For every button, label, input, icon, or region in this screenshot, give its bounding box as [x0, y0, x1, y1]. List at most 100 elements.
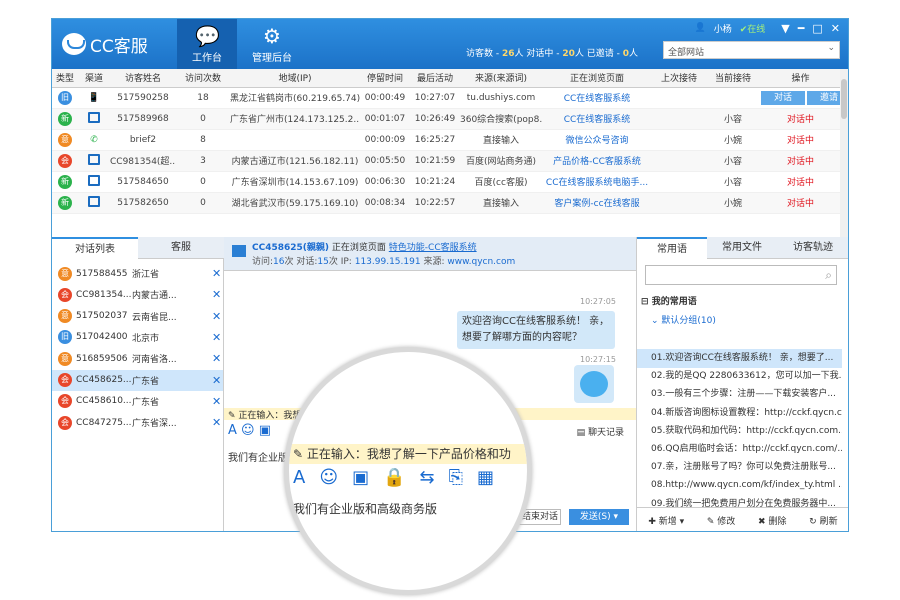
wechat-icon: ✆ — [90, 134, 98, 145]
chat-history-button[interactable]: ▤ 聊天记录 — [577, 425, 624, 438]
page-cell[interactable]: 产品价格-CC客服系统 — [542, 150, 652, 172]
visitor-region: 广东省 — [132, 397, 160, 408]
table-row[interactable]: 新 517589968 0 广东省广州市(124.173.125.2... 00:01:… — [52, 108, 841, 130]
add-button[interactable]: ✚ 新增 ▾ — [648, 514, 684, 527]
tab-common-files[interactable]: 常用文件 — [707, 237, 777, 259]
lens-toolbar: A ☺ ▣ 🔒 ⇆ ⎘ ▦ — [293, 467, 523, 488]
close-icon[interactable]: ✕ — [212, 416, 221, 429]
phrase-item[interactable]: 06.QQ启用临时会话：http://cckf.qycn.com/... — [637, 440, 842, 459]
tab-admin[interactable]: ⚙ 管理后台 — [237, 19, 307, 69]
conversation-item[interactable]: 意 517502037 云南省昆... ✕ — [52, 306, 223, 327]
curr-agent-cell: 小容 — [706, 150, 760, 172]
maximize-icon[interactable]: □ — [812, 22, 822, 35]
refresh-button[interactable]: ↻ 刷新 — [809, 514, 837, 527]
lock-icon[interactable]: 🔒 — [383, 467, 405, 488]
phrase-item[interactable]: 03.一般有三个步骤：注册——下载安装客户... — [637, 385, 842, 404]
table-row[interactable]: 会 CC981354(超... 3 内蒙古通辽市(121.56.182.11) 00:0… — [52, 150, 841, 172]
close-icon[interactable]: ✕ — [212, 352, 221, 365]
phrase-item[interactable]: 05.获取代码和加代码：http://cckf.qycn.com... — [637, 422, 842, 441]
tab-workbench[interactable]: 💬 工作台 — [177, 19, 237, 69]
last-cell: 10:21:59 — [410, 150, 460, 172]
column-header: 最后活动 — [410, 69, 460, 88]
user-name[interactable]: 小杨 — [714, 22, 732, 35]
conversation-item[interactable]: 会 CC458610... 广东省 ✕ — [52, 391, 223, 412]
table-row[interactable]: 新 517582650 0 湖北省武汉市(59.175.169.10) 00:08:34… — [52, 192, 841, 214]
edit-button[interactable]: ✎ 修改 — [707, 514, 735, 527]
emoji-icon[interactable]: ☺ — [241, 423, 255, 438]
visits-cell: 0 — [176, 171, 230, 193]
conversation-item[interactable]: 会 CC458625... 广东省 ✕ — [52, 369, 223, 391]
conversation-item[interactable]: 会 CC981354... 内蒙古通... ✕ — [52, 284, 223, 305]
phrase-item[interactable]: 04.新版咨询图标设置教程：http://cckf.qycn.com... — [637, 404, 842, 423]
status-badge[interactable]: ✔在线 — [740, 22, 774, 35]
conversation-item[interactable]: 意 516859506 河南省洛... ✕ — [52, 348, 223, 369]
font-icon[interactable]: A — [228, 423, 237, 438]
chatting-status[interactable]: 对话中 — [787, 136, 814, 146]
site-select[interactable]: 全部网站 ⌄ — [663, 41, 840, 59]
calculator-icon[interactable]: ▦ — [477, 467, 494, 488]
delete-button[interactable]: ✖ 删除 — [758, 514, 786, 527]
chat-button[interactable]: 对话 — [761, 90, 805, 105]
minimize-icon[interactable]: ━ — [798, 22, 805, 35]
tab-conversation-list[interactable]: 对话列表 — [52, 237, 138, 259]
table-row[interactable]: 新 517584650 0 广东省深圳市(14.153.67.109) 00:06:30… — [52, 171, 841, 193]
page-cell[interactable]: CC在线客服系统电脑手... — [542, 171, 652, 193]
visitor-name[interactable]: CC458625(親親) — [252, 243, 329, 253]
page-cell[interactable]: 客户案例-cc在线客服 — [542, 192, 652, 214]
phrase-item[interactable]: 07.亲，注册账号了吗？你可以免费注册账号... — [637, 458, 842, 477]
close-icon[interactable]: ✕ — [212, 288, 221, 301]
page-cell[interactable]: CC在线客服系统 — [542, 108, 652, 130]
phrase-search-input[interactable]: ⌕ — [645, 265, 837, 285]
column-header: 访问次数 — [176, 69, 230, 88]
magnifier-lens: ✎ 正在输入：我想了解一下产品价格和功 A ☺ ▣ 🔒 ⇆ ⎘ ▦ 我们有企业版和高级商务版 — [284, 347, 532, 595]
invite-button[interactable]: 邀请 — [807, 90, 841, 105]
table-row[interactable]: 意 ✆ brief2 8 00:00:09 16:25:27 直接输入 微信公众号咨询 小婉 对话… — [52, 129, 841, 151]
stay-cell: 00:00:49 — [360, 87, 410, 109]
message-time: 10:27:05 — [580, 297, 616, 306]
name-cell: 517582650 — [110, 192, 176, 214]
stay-cell: 00:08:34 — [360, 192, 410, 214]
font-icon[interactable]: A — [293, 467, 305, 488]
transfer-icon[interactable]: ⇆ — [420, 467, 435, 488]
tab-agents[interactable]: 客服 — [138, 237, 224, 259]
visitor-name: CC981354... — [76, 289, 132, 300]
page-cell[interactable]: CC在线客服系统 — [542, 87, 652, 109]
phrase-item[interactable]: 02.我的是QQ 2280633612，您可以加一下我... — [637, 367, 842, 386]
table-scrollbar[interactable] — [840, 69, 848, 237]
screenshot-icon[interactable]: ▣ — [259, 423, 271, 438]
source-cell: 百度(网站商务通) — [460, 150, 542, 172]
logo-icon — [62, 33, 86, 55]
table-row[interactable]: 旧 📱 517590258 18 黑龙江省鹤岗市(60.219.65.74) 00:00:… — [52, 87, 841, 109]
tab-visitor-track[interactable]: 访客轨迹 — [777, 237, 848, 259]
prev-agent-cell — [652, 192, 706, 214]
page-cell[interactable]: 微信公众号咨询 — [542, 129, 652, 151]
type-badge: 旧 — [58, 90, 72, 105]
phrase-item[interactable]: 01.欢迎咨询CC在线客服系统！ 亲，想要了... — [637, 349, 842, 368]
close-icon[interactable]: ✕ — [212, 395, 221, 408]
phrase-group[interactable]: ⌄ 默认分组(10) — [637, 312, 842, 331]
browsing-page-link[interactable]: 特色功能-CC客服系统 — [389, 243, 477, 253]
chatting-status[interactable]: 对话中 — [787, 178, 814, 188]
chatting-status[interactable]: 对话中 — [787, 157, 814, 167]
scroll-thumb[interactable] — [841, 79, 847, 119]
phrase-group-title[interactable]: ⊟ 我的常用语 — [637, 293, 842, 312]
screenshot-icon[interactable]: ▣ — [352, 467, 369, 488]
close-icon[interactable]: ✕ — [212, 267, 221, 280]
search-icon[interactable]: ⌕ — [825, 268, 832, 283]
close-icon[interactable]: ✕ — [831, 22, 840, 35]
app-name: CC客服 — [90, 36, 148, 57]
close-icon[interactable]: ✕ — [212, 331, 221, 344]
conversation-item[interactable]: 旧 517042400 北京市 ✕ — [52, 327, 223, 348]
close-icon[interactable]: ✕ — [212, 374, 221, 387]
file-icon[interactable]: ⎘ — [449, 467, 463, 488]
close-icon[interactable]: ✕ — [212, 310, 221, 323]
conversation-item[interactable]: 会 CC847275... 广东省深... ✕ — [52, 412, 223, 433]
emoji-icon[interactable]: ☺ — [319, 467, 338, 488]
phrase-item[interactable]: 08.http://www.qycn.com/kf/index_ty.html … — [637, 476, 842, 495]
chatting-status[interactable]: 对话中 — [787, 199, 814, 209]
tab-common-phrases[interactable]: 常用语 — [637, 237, 707, 259]
send-button[interactable]: 发送(S) ▾ — [569, 509, 629, 525]
dropdown-icon[interactable]: ▼ — [781, 22, 789, 35]
conversation-item[interactable]: 意 517588455 浙江省 ✕ — [52, 263, 223, 284]
chatting-status[interactable]: 对话中 — [787, 115, 814, 125]
